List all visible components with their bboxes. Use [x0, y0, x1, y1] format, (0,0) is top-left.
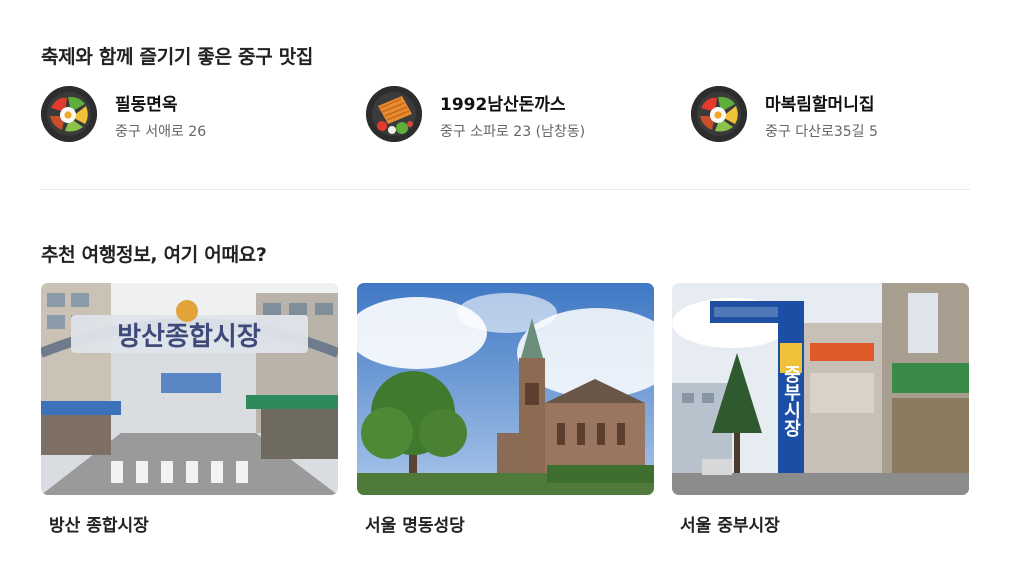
restaurant-address: 중구 소파로 23 (남창동) [440, 124, 586, 140]
recommend-section-title: 추천 여행정보, 여기 어때요? [41, 244, 267, 266]
section-divider [41, 189, 970, 190]
restaurant-item[interactable]: 1992남산돈까스 중구 소파로 23 (남창동) [366, 86, 626, 144]
restaurant-name: 필동면옥 [115, 95, 178, 115]
pork-cutlet-icon [366, 86, 422, 142]
restaurant-name: 마복림할머니집 [765, 95, 875, 115]
restaurant-address: 중구 다산로35길 5 [765, 124, 878, 140]
market-sign-text: 중부시장 [781, 365, 802, 438]
market-sign-text: 방산종합시장 [117, 322, 261, 352]
bibimbap-icon [41, 86, 97, 142]
restaurant-list: 필동면옥 중구 서애로 26 1992남산돈까스 중구 소파로 23 (남창동) [41, 86, 971, 144]
place-caption: 서울 명동성당 [365, 516, 465, 536]
place-card-list: 방산종합시장 방산 종합시장 서울 명동성당 중부시장 서울 중부시장 [41, 283, 971, 543]
place-photo [357, 283, 654, 495]
place-caption: 서울 중부시장 [680, 516, 780, 536]
restaurant-name: 1992남산돈까스 [440, 95, 566, 115]
restaurant-address: 중구 서애로 26 [115, 124, 207, 140]
restaurant-item[interactable]: 필동면옥 중구 서애로 26 [41, 86, 301, 144]
place-photo: 방산종합시장 [41, 283, 338, 495]
restaurant-item[interactable]: 마복림할머니집 중구 다산로35길 5 [691, 86, 951, 144]
restaurants-section-title: 축제와 함께 즐기기 좋은 중구 맛집 [41, 46, 314, 68]
place-photo: 중부시장 [672, 283, 969, 495]
place-caption: 방산 종합시장 [49, 516, 149, 536]
bibimbap-icon [691, 86, 747, 142]
